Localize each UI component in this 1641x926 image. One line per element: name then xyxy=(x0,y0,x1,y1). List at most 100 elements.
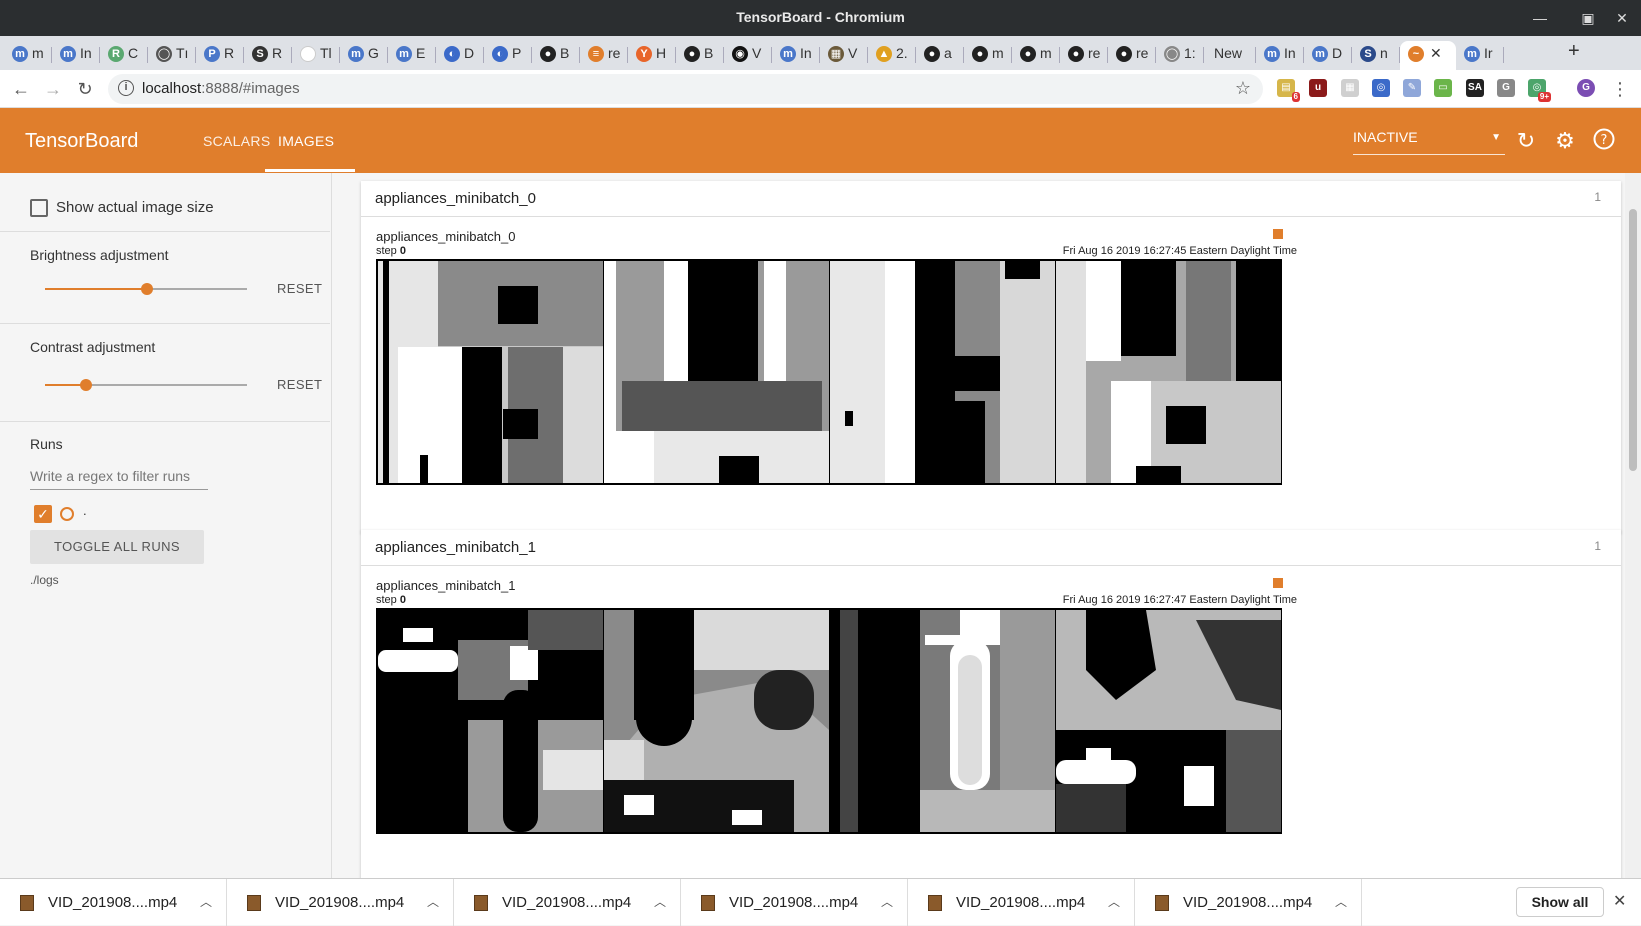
browser-tab[interactable]: ≡ re xyxy=(580,41,628,68)
browser-tab[interactable]: m In xyxy=(52,41,100,68)
brightness-slider-knob[interactable] xyxy=(141,283,153,295)
step-value: 0 xyxy=(399,594,406,606)
browser-tab[interactable]: mG xyxy=(340,41,388,68)
browser-tab[interactable]: PR xyxy=(196,41,244,68)
brightness-reset-button[interactable]: RESET xyxy=(277,281,322,296)
browser-tab[interactable]: ● B xyxy=(676,41,724,68)
minimize-icon[interactable]: — xyxy=(1530,8,1550,28)
browser-tab[interactable]: ▲ 2. xyxy=(868,41,916,68)
scrollbar-thumb[interactable] xyxy=(1629,209,1637,471)
image-title: appliances_minibatch_0 xyxy=(376,229,516,244)
back-icon[interactable]: ← xyxy=(10,78,32,100)
browser-tab[interactable]: ◯ 1: xyxy=(1156,41,1204,68)
settings-gear-icon[interactable]: ⚙ xyxy=(1552,128,1578,154)
download-item[interactable]: VID_201908....mp4 ︿ xyxy=(227,879,454,926)
close-tab-icon[interactable]: ✕ xyxy=(1430,45,1442,62)
new-tab-icon[interactable]: + xyxy=(1568,40,1580,63)
download-item[interactable]: VID_201908....mp4 ︿ xyxy=(908,879,1135,926)
show-all-downloads-button[interactable]: Show all xyxy=(1516,887,1604,917)
bookmark-star-icon[interactable]: ☆ xyxy=(1235,78,1251,99)
extension-sa-icon[interactable]: SA xyxy=(1466,79,1484,97)
maximize-icon[interactable]: ▣ xyxy=(1578,8,1598,28)
contrast-reset-button[interactable]: RESET xyxy=(277,377,322,392)
close-shelf-icon[interactable]: ✕ xyxy=(1613,891,1626,911)
menu-kebab-icon[interactable]: ⋮ xyxy=(1609,78,1631,100)
browser-tab[interactable]: m In xyxy=(772,41,820,68)
browser-tab[interactable]: ◐ D xyxy=(436,41,484,68)
chevron-up-icon[interactable]: ︿ xyxy=(1108,893,1120,910)
browser-tab[interactable]: mm xyxy=(4,41,52,68)
image-tile xyxy=(830,610,1055,832)
tab-favicon-icon: ● xyxy=(684,46,700,62)
reload-icon[interactable]: ↻ xyxy=(74,78,96,100)
extension-feather-icon[interactable]: ✎ xyxy=(1403,79,1421,97)
chevron-up-icon[interactable]: ︿ xyxy=(1335,893,1347,910)
browser-tab[interactable]: ◯ Tı xyxy=(148,41,196,68)
browser-tab[interactable]: mD xyxy=(1304,41,1352,68)
forward-icon[interactable]: → xyxy=(42,78,64,100)
toggle-all-runs-button[interactable]: TOGGLE ALL RUNS xyxy=(30,530,204,564)
run-status-select[interactable]: INACTIVE ▼ xyxy=(1353,129,1505,155)
browser-tab[interactable]: Tl xyxy=(292,41,340,68)
extension-notes-icon[interactable]: ▤ 6 xyxy=(1277,79,1300,102)
run-color-chip xyxy=(1273,578,1283,588)
browser-tab[interactable]: ● B xyxy=(532,41,580,68)
browser-tab[interactable]: m In xyxy=(1256,41,1304,68)
browser-tab[interactable]: Sn xyxy=(1352,41,1400,68)
chevron-up-icon[interactable]: ︿ xyxy=(200,893,212,910)
browser-tab[interactable]: m Ir xyxy=(1456,41,1504,68)
browser-tab[interactable]: ● m xyxy=(964,41,1012,68)
browser-tab[interactable]: YH xyxy=(628,41,676,68)
browser-tab[interactable]: mE xyxy=(388,41,436,68)
browser-tab[interactable]: ◐ P xyxy=(484,41,532,68)
tab-title: New xyxy=(1214,45,1243,61)
browser-tab[interactable]: ● m xyxy=(1012,41,1060,68)
runs-filter-input[interactable]: Write a regex to filter runs xyxy=(30,464,208,490)
main-scrollbar[interactable] xyxy=(1625,173,1641,878)
site-info-icon[interactable]: i xyxy=(118,80,134,96)
chevron-up-icon[interactable]: ︿ xyxy=(427,893,439,910)
browser-tab[interactable]: New xyxy=(1204,41,1256,68)
download-item[interactable]: VID_201908....mp4 ︿ xyxy=(681,879,908,926)
tab-favicon-icon: m xyxy=(12,46,28,62)
browser-tab[interactable]: SR xyxy=(244,41,292,68)
card-header[interactable]: appliances_minibatch_1 1 xyxy=(361,530,1621,566)
refresh-icon[interactable]: ↻ xyxy=(1513,128,1539,154)
extension-ublock-icon[interactable]: u xyxy=(1309,79,1327,97)
run-color-swatch[interactable] xyxy=(60,507,74,521)
image-card: appliances_minibatch_1 1 appliances_mini… xyxy=(361,530,1621,890)
image-strip[interactable] xyxy=(376,259,1282,485)
close-window-icon[interactable]: ✕ xyxy=(1612,8,1632,28)
extension-green-icon[interactable]: ◎ 9+ xyxy=(1528,79,1551,102)
extension-grid-icon[interactable]: ▦ xyxy=(1341,79,1359,97)
browser-tab[interactable]: RC xyxy=(100,41,148,68)
download-item[interactable]: VID_201908....mp4 ︿ xyxy=(1135,879,1362,926)
nav-images[interactable]: IMAGES xyxy=(278,133,334,149)
nav-scalars[interactable]: SCALARS xyxy=(203,133,270,149)
browser-tab[interactable]: ● re xyxy=(1060,41,1108,68)
extension-g-icon[interactable]: G xyxy=(1497,79,1515,97)
chevron-up-icon[interactable]: ︿ xyxy=(654,893,666,910)
tab-separator xyxy=(1503,47,1504,63)
browser-tab[interactable]: ● re xyxy=(1108,41,1156,68)
profile-avatar[interactable]: G xyxy=(1577,79,1595,97)
help-icon[interactable]: ? xyxy=(1591,128,1617,154)
browser-tab[interactable]: ◉ V xyxy=(724,41,772,68)
tab-title: D xyxy=(1332,45,1343,61)
card-header[interactable]: appliances_minibatch_0 1 xyxy=(361,181,1621,217)
card-tag-name: appliances_minibatch_1 xyxy=(375,539,536,556)
address-bar[interactable]: i localhost:8888/#images ☆ xyxy=(108,74,1263,104)
chevron-up-icon[interactable]: ︿ xyxy=(881,893,893,910)
image-strip[interactable] xyxy=(376,608,1282,834)
download-item[interactable]: VID_201908....mp4 ︿ xyxy=(454,879,681,926)
browser-tab[interactable]: ▦ V xyxy=(820,41,868,68)
browser-tab[interactable]: ● a xyxy=(916,41,964,68)
download-item[interactable]: VID_201908....mp4 ︿ xyxy=(0,879,227,926)
show-actual-size-checkbox[interactable] xyxy=(30,199,48,217)
extension-compass-icon[interactable]: ◎ xyxy=(1372,79,1390,97)
browser-tab[interactable]: ~ ✕ xyxy=(1400,41,1456,70)
contrast-slider-knob[interactable] xyxy=(80,379,92,391)
address-url[interactable]: localhost:8888/#images xyxy=(142,80,300,97)
run-checkbox[interactable]: ✓ xyxy=(34,505,52,523)
extension-tv-icon[interactable]: ▭ xyxy=(1434,79,1452,97)
